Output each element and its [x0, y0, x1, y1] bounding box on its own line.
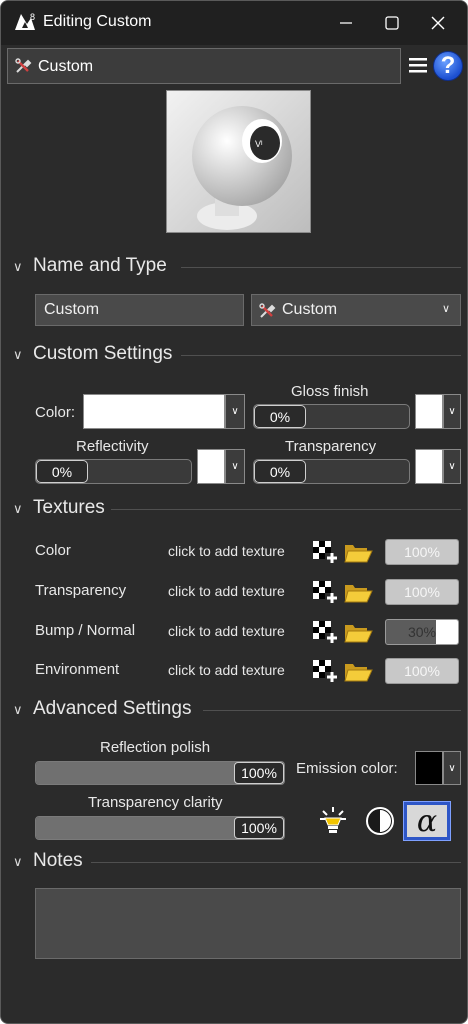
- add-texture-link[interactable]: click to add texture: [168, 623, 285, 639]
- texture-amount-slider[interactable]: 30%: [385, 619, 459, 645]
- texture-amount-slider[interactable]: 100%: [385, 658, 459, 684]
- type-dropdown[interactable]: Custom ∨: [251, 294, 461, 326]
- chevron-down-icon: ∨: [13, 702, 23, 717]
- section-name-and-type[interactable]: ∨ Name and Type: [11, 255, 461, 281]
- gloss-color-dropdown-button[interactable]: ∨: [443, 394, 461, 429]
- material-preview-image: Vᴵ: [166, 90, 311, 233]
- section-title: Textures: [33, 497, 105, 518]
- reflectivity-label: Reflectivity: [76, 438, 149, 455]
- texture-pattern-icon[interactable]: [311, 658, 339, 684]
- reflection-polish-value: 100%: [234, 762, 284, 784]
- type-value: Custom: [282, 301, 338, 318]
- transparency-value: 0%: [254, 460, 306, 483]
- title-bar: 8 Editing Custom: [1, 1, 467, 45]
- minimize-icon: [340, 22, 352, 24]
- svg-text:Vᴵ: Vᴵ: [255, 139, 263, 149]
- preset-label: Custom: [38, 58, 94, 75]
- emission-color-label: Emission color:: [296, 760, 398, 777]
- texture-amount-slider[interactable]: 100%: [385, 539, 459, 565]
- chevron-down-icon: ∨: [448, 461, 456, 472]
- texture-pattern-icon[interactable]: [311, 539, 339, 565]
- texture-amount-value: 30%: [407, 624, 437, 640]
- emission-color-dropdown-button[interactable]: ∨: [443, 751, 461, 785]
- chevron-down-icon: ∨: [441, 303, 450, 315]
- section-textures[interactable]: ∨ Textures: [11, 497, 461, 523]
- add-texture-link[interactable]: click to add texture: [168, 662, 285, 678]
- name-field[interactable]: Custom: [35, 294, 244, 326]
- transparency-clarity-slider[interactable]: 100%: [35, 816, 285, 840]
- chevron-down-icon: ∨: [13, 347, 23, 362]
- section-custom-settings[interactable]: ∨ Custom Settings: [11, 343, 461, 369]
- texture-amount-value: 100%: [404, 584, 440, 600]
- light-bulb-icon[interactable]: [317, 805, 349, 837]
- chevron-down-icon: ∨: [13, 259, 23, 274]
- alpha-channel-button[interactable]: α: [403, 801, 451, 841]
- reflectivity-slider[interactable]: 0%: [35, 459, 192, 484]
- folder-open-icon[interactable]: [343, 621, 373, 645]
- tools-icon: [258, 302, 276, 325]
- color-label: Color:: [35, 404, 76, 421]
- notes-textarea[interactable]: [35, 888, 461, 959]
- texture-label: Environment: [35, 661, 120, 678]
- section-notes[interactable]: ∨ Notes: [11, 850, 461, 876]
- reflectivity-value: 0%: [36, 460, 88, 483]
- section-title: Name and Type: [33, 255, 167, 276]
- maximize-button[interactable]: [369, 1, 415, 45]
- maximize-icon: [385, 16, 399, 30]
- texture-pattern-icon[interactable]: [311, 579, 339, 605]
- gloss-color-swatch[interactable]: [415, 394, 443, 429]
- add-texture-link[interactable]: click to add texture: [168, 583, 285, 599]
- svg-text:8: 8: [30, 12, 35, 22]
- folder-open-icon[interactable]: [343, 581, 373, 605]
- reflection-polish-label: Reflection polish: [100, 739, 211, 756]
- add-texture-link[interactable]: click to add texture: [168, 543, 285, 559]
- chevron-down-icon: ∨: [231, 406, 239, 417]
- reflection-polish-slider[interactable]: 100%: [35, 761, 285, 785]
- close-button[interactable]: [415, 1, 461, 45]
- reflectivity-color-dropdown-button[interactable]: ∨: [225, 449, 245, 484]
- texture-amount-value: 100%: [404, 544, 440, 560]
- alpha-icon: α: [407, 804, 447, 839]
- transparency-label: Transparency: [285, 438, 377, 455]
- texture-label: Transparency: [35, 582, 127, 599]
- app-logo-icon: 8: [13, 10, 39, 34]
- transparency-color-dropdown-button[interactable]: ∨: [443, 449, 461, 484]
- gloss-finish-slider[interactable]: 0%: [253, 404, 410, 429]
- folder-open-icon[interactable]: [343, 660, 373, 684]
- chevron-down-icon: ∨: [13, 854, 23, 869]
- gloss-finish-value: 0%: [254, 405, 306, 428]
- texture-amount-slider[interactable]: 100%: [385, 579, 459, 605]
- transparency-clarity-label: Transparency clarity: [88, 794, 223, 811]
- section-title: Notes: [33, 850, 83, 871]
- section-title: Custom Settings: [33, 343, 173, 364]
- chevron-down-icon: ∨: [448, 762, 456, 774]
- hamburger-menu-icon[interactable]: [407, 51, 429, 79]
- color-swatch[interactable]: [83, 394, 225, 429]
- texture-label: Color: [35, 542, 71, 559]
- color-dropdown-button[interactable]: ∨: [225, 394, 245, 429]
- section-advanced-settings[interactable]: ∨ Advanced Settings: [11, 698, 461, 724]
- preset-selector[interactable]: Custom: [7, 48, 401, 84]
- chevron-down-icon: ∨: [448, 406, 456, 417]
- help-icon[interactable]: ?: [433, 51, 463, 81]
- texture-pattern-icon[interactable]: [311, 619, 339, 645]
- texture-label: Bump / Normal: [35, 622, 136, 639]
- transparency-color-swatch[interactable]: [415, 449, 443, 484]
- close-icon: [431, 16, 445, 30]
- texture-amount-value: 100%: [404, 663, 440, 679]
- gloss-finish-label: Gloss finish: [291, 383, 369, 400]
- section-title: Advanced Settings: [33, 698, 192, 719]
- reflectivity-color-swatch[interactable]: [197, 449, 225, 484]
- folder-open-icon[interactable]: [343, 541, 373, 565]
- minimize-button[interactable]: [323, 1, 369, 45]
- chevron-down-icon: ∨: [13, 501, 23, 516]
- window-title: Editing Custom: [43, 13, 152, 30]
- contrast-toggle-icon[interactable]: [364, 805, 396, 837]
- emission-color-swatch[interactable]: [415, 751, 443, 785]
- chevron-down-icon: ∨: [231, 461, 239, 472]
- material-editor-window: 8 Editing Custom Custom ? Vᴵ ∨ Name and …: [0, 0, 468, 1024]
- transparency-slider[interactable]: 0%: [253, 459, 410, 484]
- tools-icon: [14, 57, 32, 78]
- transparency-clarity-value: 100%: [234, 817, 284, 839]
